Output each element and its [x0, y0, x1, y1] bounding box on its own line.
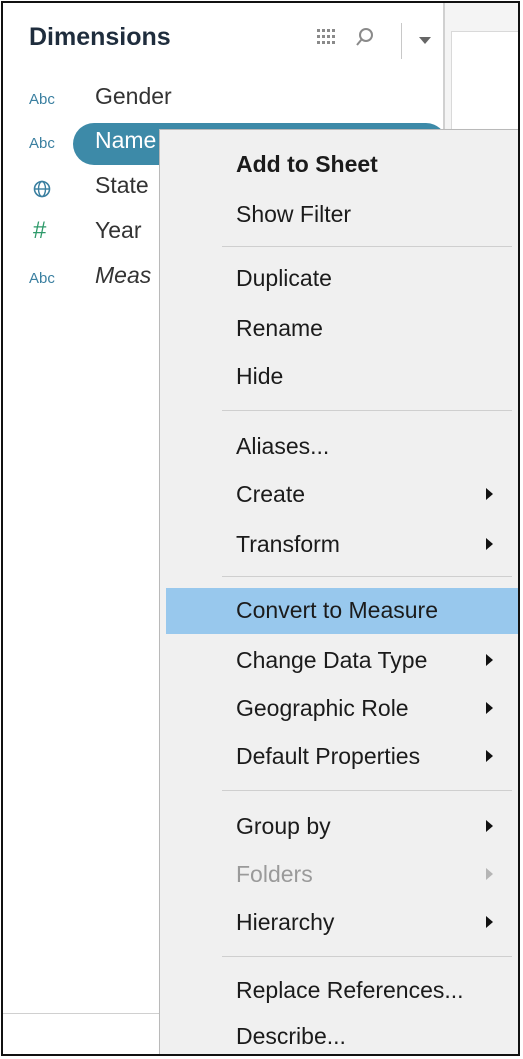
menu-item-hierarchy[interactable]: Hierarchy [166, 900, 518, 946]
field-name: Meas [95, 262, 152, 288]
header-separator [401, 23, 402, 59]
menu-item-label: Add to Sheet [236, 151, 378, 177]
menu-item-hide[interactable]: Hide [166, 354, 518, 400]
menu-item-label: Convert to Measure [236, 597, 438, 623]
menu-item-label: Geographic Role [236, 695, 409, 721]
menu-item-label: Hide [236, 363, 284, 389]
globe-icon [33, 180, 51, 198]
menu-item-label: Hierarchy [236, 909, 335, 935]
menu-item-label: Default Properties [236, 743, 421, 769]
menu-separator [222, 246, 512, 247]
menu-item-show-filter[interactable]: Show Filter [166, 192, 518, 238]
menu-separator [222, 576, 512, 577]
menu-item-transform[interactable]: Transform [166, 522, 518, 568]
submenu-arrow-icon [486, 702, 493, 714]
menu-item-label: Transform [236, 531, 340, 557]
chevron-down-icon[interactable] [419, 37, 431, 44]
menu-item-group-by[interactable]: Group by [166, 804, 518, 850]
menu-item-folders: Folders [166, 852, 518, 898]
submenu-arrow-icon [486, 916, 493, 928]
submenu-arrow-icon [486, 820, 493, 832]
submenu-arrow-icon [486, 538, 493, 550]
menu-item-label: Create [236, 481, 306, 507]
pane-divider [3, 1013, 163, 1014]
menu-item-duplicate[interactable]: Duplicate [166, 256, 518, 302]
window-frame: Dimensions Abc Gender Abc Name State # Y… [1, 1, 520, 1056]
menu-separator [222, 790, 512, 791]
menu-separator [222, 410, 512, 411]
field-name: Gender [95, 83, 172, 109]
string-type-icon: Abc [29, 91, 55, 108]
submenu-arrow-icon [486, 868, 493, 880]
menu-item-label: Change Data Type [236, 647, 428, 673]
menu-item-label: Describe... [236, 1023, 346, 1049]
context-menu: Add to Sheet Show Filter Duplicate Renam… [159, 129, 518, 1054]
string-type-icon: Abc [29, 270, 55, 287]
submenu-arrow-icon [486, 654, 493, 666]
submenu-arrow-icon [486, 488, 493, 500]
menu-item-add-to-sheet[interactable]: Add to Sheet [166, 142, 518, 188]
menu-separator [222, 956, 512, 957]
menu-item-label: Aliases... [236, 433, 330, 459]
pane-title: Dimensions [29, 23, 171, 51]
submenu-arrow-icon [486, 750, 493, 762]
menu-item-geographic-role[interactable]: Geographic Role [166, 686, 518, 732]
menu-item-aliases[interactable]: Aliases... [166, 424, 518, 470]
search-icon[interactable] [355, 27, 375, 47]
menu-item-default-properties[interactable]: Default Properties [166, 734, 518, 780]
field-name: Year [95, 217, 142, 243]
menu-item-replace-references[interactable]: Replace References... [166, 968, 518, 1014]
menu-item-describe[interactable]: Describe... [166, 1014, 518, 1054]
menu-item-label: Folders [236, 861, 313, 887]
view-as-list-icon[interactable] [317, 29, 337, 45]
dimensions-header: Dimensions [3, 3, 443, 79]
menu-item-label: Show Filter [236, 201, 352, 227]
menu-item-change-data-type[interactable]: Change Data Type [166, 638, 518, 684]
menu-item-label: Rename [236, 315, 323, 341]
field-name: Name [95, 127, 157, 153]
menu-item-label: Duplicate [236, 265, 332, 291]
field-name: State [95, 172, 149, 198]
menu-item-create[interactable]: Create [166, 472, 518, 518]
field-gender[interactable]: Abc Gender [3, 79, 443, 121]
menu-item-label: Replace References... [236, 977, 464, 1003]
string-type-icon: Abc [29, 135, 55, 152]
menu-item-rename[interactable]: Rename [166, 306, 518, 352]
menu-item-label: Group by [236, 813, 331, 839]
number-type-icon: # [33, 217, 47, 244]
menu-item-convert-to-measure[interactable]: Convert to Measure [166, 588, 518, 634]
